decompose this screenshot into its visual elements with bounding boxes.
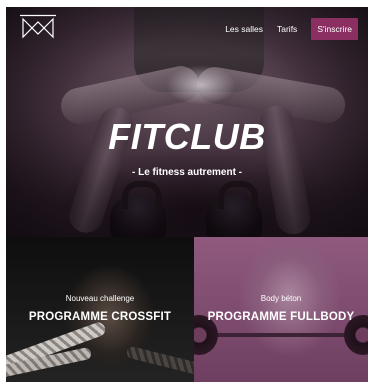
hero-section: Les salles Tarifs S'inscrire FITCLUB - L…: [6, 7, 368, 237]
card-crossfit[interactable]: Nouveau challenge PROGRAMME CROSSFIT: [6, 237, 194, 382]
main-nav: Les salles Tarifs S'inscrire: [225, 18, 358, 40]
nav-link-tarifs[interactable]: Tarifs: [277, 24, 297, 34]
card-title: PROGRAMME CROSSFIT: [28, 311, 172, 323]
hero-title: FITCLUB: [108, 116, 266, 157]
hero-subtitle: - Le fitness autrement -: [131, 167, 243, 178]
card-title: PROGRAMME FULLBODY: [207, 311, 355, 323]
card-kicker: Body béton: [260, 294, 302, 303]
signup-button[interactable]: S'inscrire: [311, 18, 358, 40]
nav-link-salles[interactable]: Les salles: [225, 24, 263, 34]
fullbody-image: [194, 237, 368, 382]
fitclub-logo-icon[interactable]: [20, 14, 56, 42]
logo-graphic: [20, 14, 56, 39]
page: Les salles Tarifs S'inscrire FITCLUB - L…: [6, 7, 368, 382]
card-fullbody[interactable]: Body béton PROGRAMME FULLBODY: [194, 237, 368, 382]
barbell-image: [194, 333, 368, 337]
card-kicker: Nouveau challenge: [65, 294, 135, 303]
